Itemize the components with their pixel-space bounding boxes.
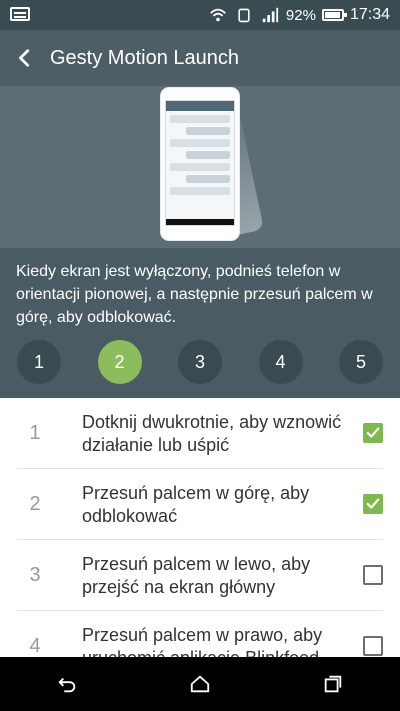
item-label: Przesuń palcem w prawo, aby uruchomić ap… <box>82 625 323 657</box>
gesture-list: 1 Dotknij dwukrotnie, aby wznowić działa… <box>0 398 400 657</box>
item-number: 4 <box>29 634 41 657</box>
signal-icon <box>260 5 280 25</box>
nav-recents-button[interactable] <box>303 657 363 711</box>
gesture-illustration <box>0 86 400 248</box>
phone-swipe-up-illustration <box>161 88 239 240</box>
status-bar: 92% 17:34 <box>0 0 400 30</box>
navigation-bar <box>0 657 400 711</box>
step-5[interactable]: 5 <box>339 340 383 384</box>
app-header: Gesty Motion Launch <box>0 30 400 86</box>
battery-percent: 92% <box>285 6 316 24</box>
item-label: Przesuń palcem w lewo, aby przejść na ek… <box>82 554 311 597</box>
list-item[interactable]: 3 Przesuń palcem w lewo, aby przejść na … <box>17 540 383 611</box>
step-1[interactable]: 1 <box>17 340 61 384</box>
wifi-icon <box>208 5 228 25</box>
checkbox[interactable] <box>363 636 383 656</box>
item-label: Przesuń palcem w górę, aby odblokować <box>82 483 310 526</box>
instruction-panel: Kiedy ekran jest wyłączony, podnieś tele… <box>0 248 400 398</box>
checkbox[interactable] <box>363 423 383 443</box>
back-button[interactable] <box>0 30 50 86</box>
back-icon <box>58 677 75 693</box>
nav-home-button[interactable] <box>170 657 230 711</box>
list-item[interactable]: 2 Przesuń palcem w górę, aby odblokować <box>17 469 383 540</box>
status-icons: 92% 17:34 <box>208 0 390 30</box>
phone-screen <box>165 100 235 226</box>
clock: 17:34 <box>349 6 390 23</box>
list-item[interactable]: 1 Dotknij dwukrotnie, aby wznowić działa… <box>17 398 383 469</box>
item-number: 1 <box>29 421 41 444</box>
nav-back-button[interactable] <box>37 657 97 711</box>
step-4[interactable]: 4 <box>258 340 303 384</box>
chevron-left-icon <box>19 49 30 67</box>
battery-icon <box>321 9 347 21</box>
notification-icon <box>10 7 30 21</box>
step-3[interactable]: 3 <box>178 340 222 384</box>
item-number: 2 <box>29 492 41 515</box>
checkbox[interactable] <box>363 494 383 514</box>
step-indicator: 1 2 3 4 5 <box>17 340 383 384</box>
checkmark-icon <box>366 498 380 509</box>
checkmark-icon <box>366 427 380 438</box>
recents-icon <box>325 675 342 693</box>
checkbox[interactable] <box>363 565 383 585</box>
page-title: Gesty Motion Launch <box>50 46 239 69</box>
sim-icon <box>234 5 254 25</box>
item-label: Dotknij dwukrotnie, aby wznowić działani… <box>82 412 342 455</box>
instruction-text: Kiedy ekran jest wyłączony, podnieś tele… <box>16 263 373 326</box>
item-number: 3 <box>29 563 41 586</box>
step-2[interactable]: 2 <box>97 340 142 384</box>
list-item[interactable]: 4 Przesuń palcem w prawo, aby uruchomić … <box>17 611 383 657</box>
home-icon <box>190 675 210 693</box>
